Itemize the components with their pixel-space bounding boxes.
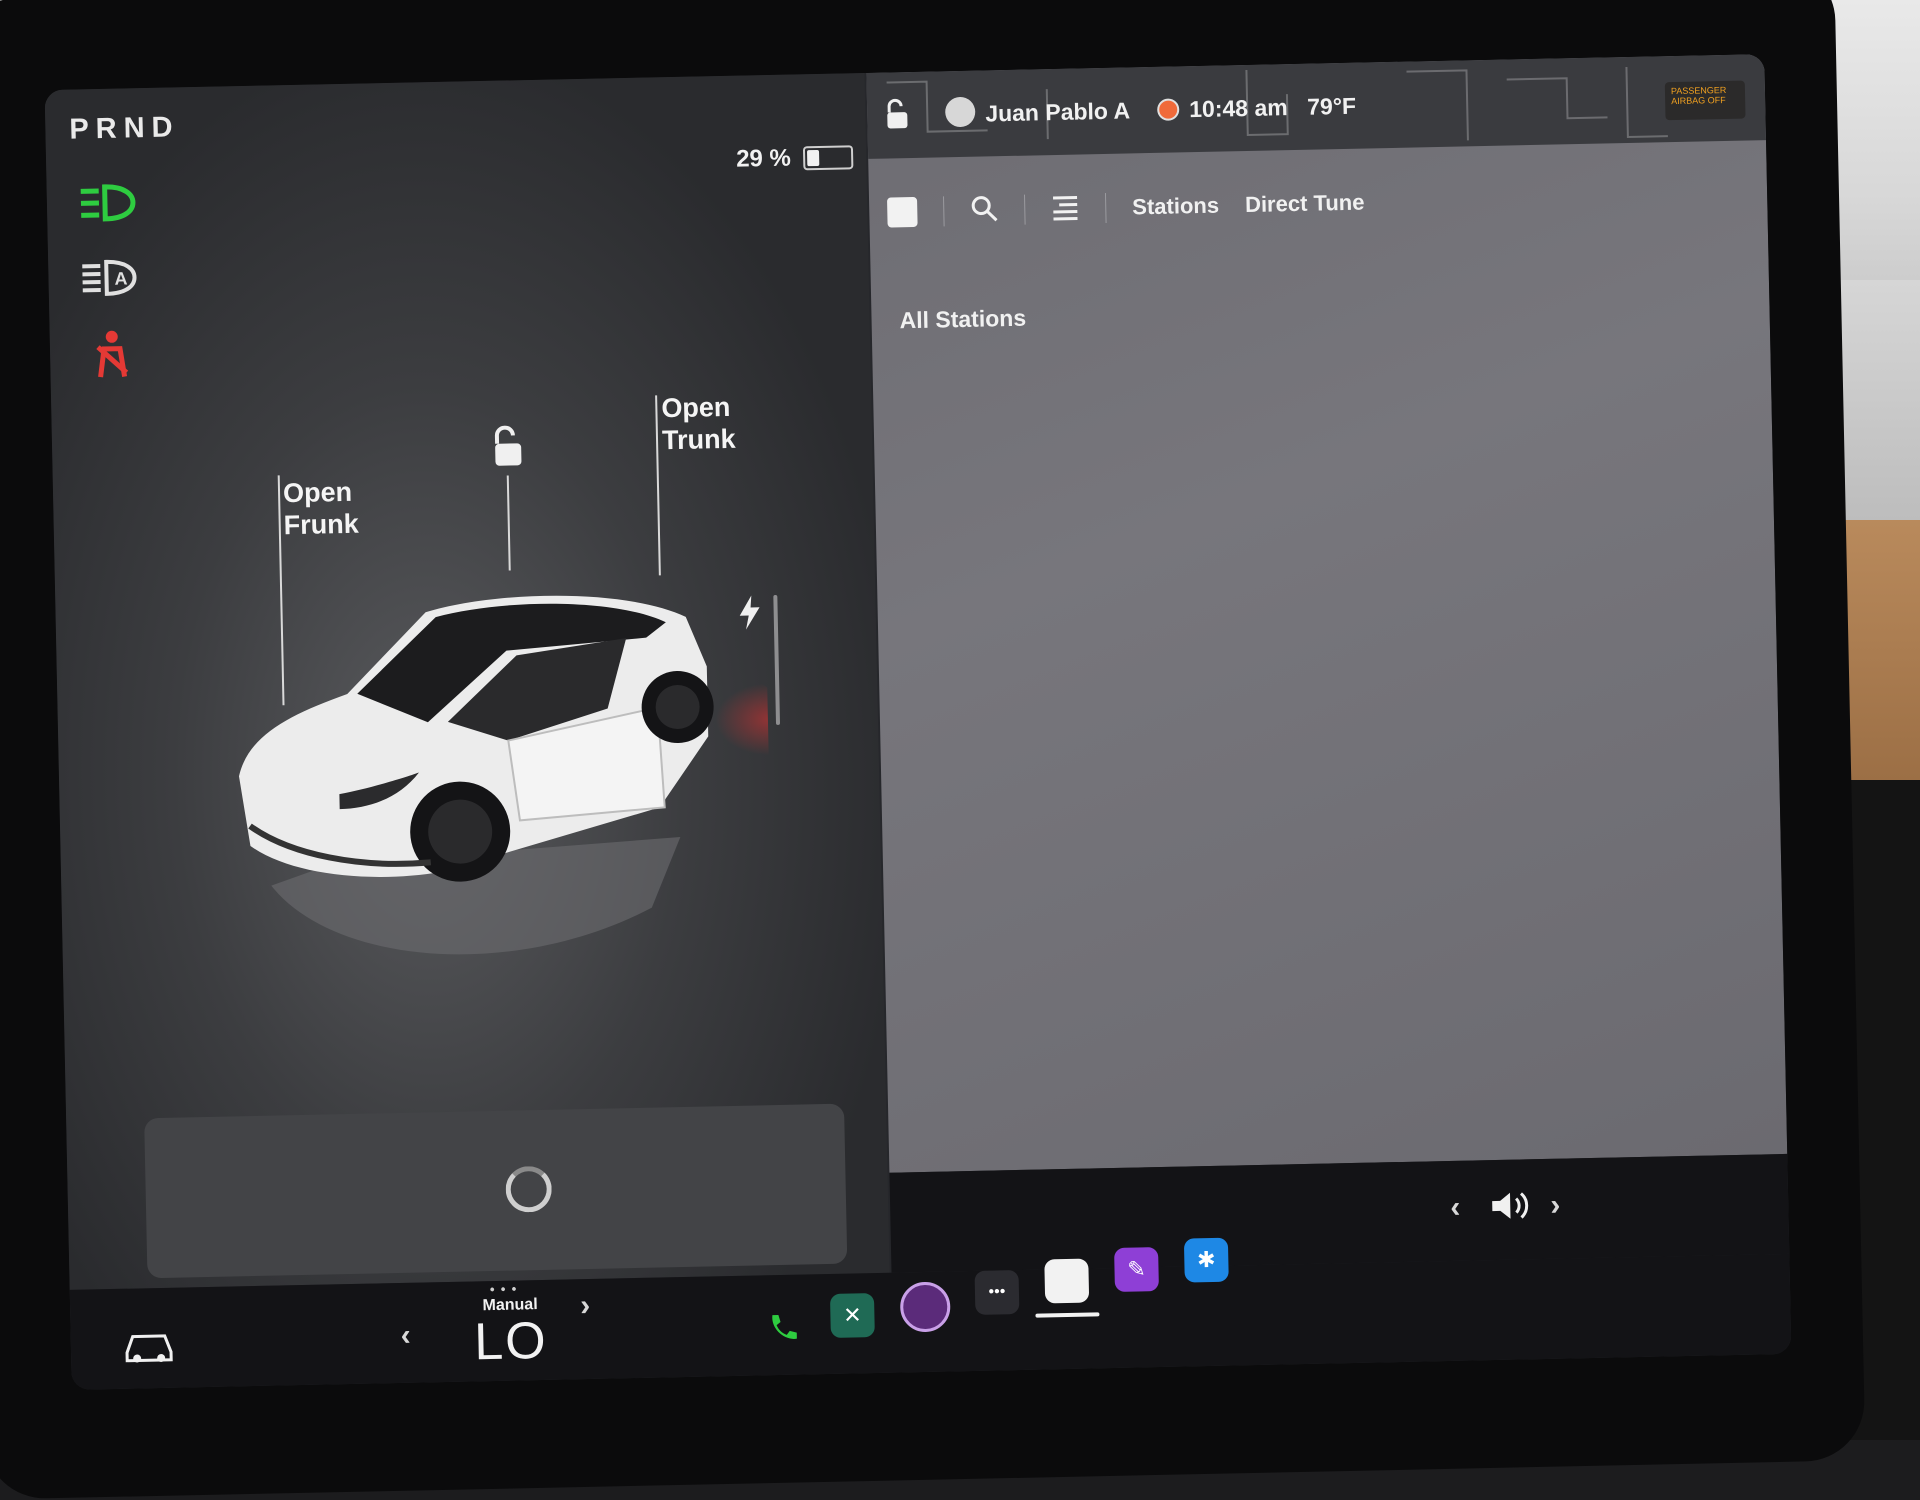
scroll-handle[interactable] [773,595,780,725]
climate-control-card[interactable] [144,1104,847,1279]
headlights-on-icon [76,178,141,227]
page-dots: ••• [490,1280,523,1297]
leader-line [507,476,511,571]
temp-up-chevron-icon[interactable]: › [580,1289,591,1323]
toolbar-divider [1105,193,1107,223]
volume-icon[interactable] [1490,1189,1531,1227]
camera-app-icon[interactable] [900,1281,951,1332]
lock-status-icon[interactable] [883,98,912,136]
tab-direct-tune[interactable]: Direct Tune [1245,190,1365,218]
more-apps-icon[interactable]: ••• [975,1270,1020,1315]
profile-name[interactable]: Juan Pablo A [985,97,1130,127]
shuffle-app-icon[interactable]: ✕ [830,1293,875,1338]
active-app-indicator [1035,1312,1099,1317]
auto-high-beam-icon: A [78,253,143,302]
climate-display[interactable]: Manual LO [450,1295,571,1369]
search-icon[interactable] [970,194,999,228]
media-toolbar: Stations Direct Tune [887,173,1365,243]
battery-icon [803,145,853,170]
media-controls-bar: ‹ › [889,1154,1789,1273]
tab-stations[interactable]: Stations [1132,193,1219,221]
volume-down-chevron-icon[interactable]: ‹ [1450,1191,1461,1225]
bluetooth-icon[interactable]: ✱ [1184,1238,1229,1283]
toybox-app-icon[interactable]: ✎ [1114,1247,1159,1292]
open-trunk-button[interactable]: Open Trunk [661,391,736,457]
car-panel: PRND A [45,73,890,1290]
volume-up-chevron-icon[interactable]: › [1550,1189,1561,1223]
gear-selector: PRND [69,111,180,146]
temp-down-chevron-icon[interactable]: ‹ [400,1319,411,1353]
section-title: All Stations [899,305,1026,335]
phone-icon[interactable] [760,1305,805,1350]
open-frunk-button[interactable]: Open Frunk [283,476,359,542]
passenger-airbag-badge: PASSENGER AIRBAG OFF [1665,81,1746,121]
battery-percent: 29 % [736,145,791,174]
battery-indicator: 29 % [736,143,853,173]
unlock-icon[interactable] [487,425,528,475]
climate-temperature: LO [450,1313,571,1370]
car-model-image [205,575,773,987]
media-source-icon[interactable] [887,197,918,228]
leader-line [655,395,661,575]
clock-time: 10:48 am [1189,94,1288,123]
outside-temperature: 79°F [1307,93,1356,121]
touchscreen: PRND A [45,54,1792,1390]
queue-list-icon[interactable] [1051,192,1080,226]
toolbar-divider [1024,195,1026,225]
toolbar-divider [943,196,945,226]
media-app-icon[interactable] [1044,1259,1089,1304]
car-icon[interactable] [121,1328,178,1370]
seatbelt-warning-icon [84,328,149,377]
loading-spinner-icon [505,1166,552,1213]
svg-text:A: A [114,268,127,288]
